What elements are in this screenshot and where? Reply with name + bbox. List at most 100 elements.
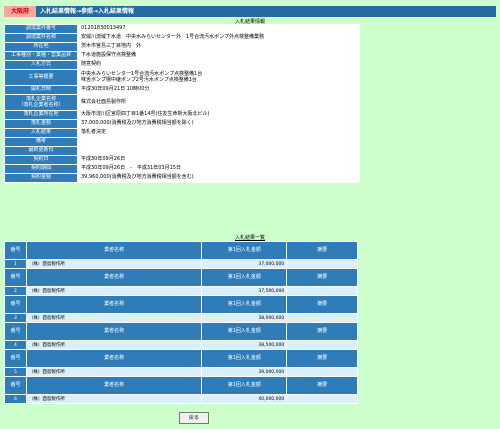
detail-value: 平成30年09月21日 10時00分: [78, 86, 359, 94]
result-amount: 38,500,000: [202, 341, 287, 349]
detail-value: 下水道施設保守点検整備: [78, 52, 359, 60]
detail-label: 入札結果: [5, 129, 77, 137]
results-header-remarks: 摘要: [287, 242, 357, 259]
detail-value: 安威川流域下水道 中央水みらいセンター外 1号合流汚水ポンプ外点検整備業務: [78, 34, 359, 42]
results-header-amount: 第1回入札金額: [202, 377, 287, 394]
result-num: 5: [5, 368, 26, 376]
detail-label: 調達案件番号: [5, 25, 77, 33]
detail-row: 工事等概要 中央水みらいセンター1号合流汚水ポンプ点検整備1台 味舌ポンプ場中継ポ…: [5, 70, 359, 85]
results-row: 2 （株）酉島製作所 37,500,000: [5, 287, 357, 295]
results-row: 5 （株）酉島製作所 39,000,000: [5, 368, 357, 376]
detail-row: 落札企業名称 （落札企業者名称） 株式会社酉島製作所: [5, 95, 359, 110]
detail-value: 茨木市宮島三丁目地内 外: [78, 43, 359, 51]
detail-label: 契約金額: [5, 174, 77, 182]
results-header-row: 番号 業者名称 第1回入札金額 摘要: [5, 323, 357, 340]
result-name: （株）酉島製作所: [26, 314, 202, 322]
results-section-title: 入札結果一覧: [234, 235, 265, 241]
detail-label: 契約期間: [5, 165, 77, 173]
detail-label: 開札日時: [5, 86, 77, 94]
result-remarks: [287, 395, 357, 403]
detail-row: 工事種別・業種・営業品目 下水道施設保守点検整備: [5, 52, 359, 60]
detail-label: 調達案件名称: [5, 34, 77, 42]
results-header-amount: 第1回入札金額: [202, 350, 287, 367]
detail-label: 工事等概要: [5, 70, 77, 85]
result-amount: 39,000,000: [202, 368, 287, 376]
detail-label: 落札金額: [5, 120, 77, 128]
detail-label: 工事種別・業種・営業品目: [5, 52, 77, 60]
results-header-remarks: 摘要: [287, 377, 357, 394]
results-header-remarks: 摘要: [287, 350, 357, 367]
breadcrumb: 入札結果情報→参照→入札結果情報: [40, 8, 135, 15]
results-header-name: 業者名称: [26, 323, 202, 340]
detail-value: [78, 138, 359, 146]
detail-row: 調達案件名称 安威川流域下水道 中央水みらいセンター外 1号合流汚水ポンプ外点検整…: [5, 34, 359, 42]
results-row: 4 （株）酉島製作所 38,500,000: [5, 341, 357, 349]
results-header-row: 番号 業者名称 第1回入札金額 摘要: [5, 296, 357, 313]
detail-label: 最終更新日: [5, 147, 77, 155]
detail-label: 所在地: [5, 43, 77, 51]
detail-row: 開札日時 平成30年09月21日 10時00分: [5, 86, 359, 94]
results-header-num: 番号: [5, 269, 26, 286]
result-amount: 40,000,000: [202, 395, 287, 403]
results-header-num: 番号: [5, 296, 26, 313]
results-header-remarks: 摘要: [287, 296, 357, 313]
results-header-row: 番号 業者名称 第1回入札金額 摘要: [5, 377, 357, 394]
detail-row: 最終更新日: [5, 147, 359, 155]
detail-label: 落札企業名称 （落札企業者名称）: [5, 95, 77, 110]
results-header-num: 番号: [5, 377, 26, 394]
result-name: （株）酉島製作所: [26, 260, 202, 268]
detail-label: 契約日: [5, 156, 77, 164]
detail-row: 調達案件番号 01201830013497: [5, 25, 359, 33]
result-amount: 37,500,000: [202, 287, 287, 295]
detail-value: 中央水みらいセンター1号合流汚水ポンプ点検整備1台 味舌ポンプ場中継ポンプ2号汚…: [78, 70, 359, 85]
results-header-name: 業者名称: [26, 350, 202, 367]
result-amount: 38,000,000: [202, 314, 287, 322]
results-header-num: 番号: [5, 350, 26, 367]
results-header-name: 業者名称: [26, 242, 202, 259]
results-header-amount: 第1回入札金額: [202, 242, 287, 259]
result-remarks: [287, 341, 357, 349]
results-row: 1 （株）酉島製作所 37,000,000: [5, 260, 357, 268]
detail-value: 平成30年09月26日: [78, 156, 359, 164]
detail-row: 落札企業所在地 大阪市淀川区宮原四丁目1番14号(住友生命新大阪北ビル): [5, 111, 359, 119]
detail-row: 契約金額 39,960,000(消費税及び地方消費税相当額を含む): [5, 174, 359, 182]
results-header-row: 番号 業者名称 第1回入札金額 摘要: [5, 269, 357, 286]
result-num: 3: [5, 314, 26, 322]
page-header: 大阪府 入札結果情報→参照→入札結果情報: [4, 6, 496, 17]
detail-label: 備考: [5, 138, 77, 146]
results-header-num: 番号: [5, 242, 26, 259]
results-header-amount: 第1回入札金額: [202, 323, 287, 340]
result-remarks: [287, 287, 357, 295]
result-name: （株）酉島製作所: [26, 368, 202, 376]
result-num: 6: [5, 395, 26, 403]
detail-value: 株式会社酉島製作所: [78, 95, 359, 110]
detail-label: 落札企業所在地: [5, 111, 77, 119]
result-num: 4: [5, 341, 26, 349]
detail-row: 契約日 平成30年09月26日: [5, 156, 359, 164]
result-remarks: [287, 260, 357, 268]
detail-value: 平成30年09月26日 - 平成31年03月15日: [78, 165, 359, 173]
detail-row: 落札金額 37,000,000(消費税及び地方消費税相当額を除く): [5, 120, 359, 128]
result-amount: 37,000,000: [202, 260, 287, 268]
result-name: （株）酉島製作所: [26, 341, 202, 349]
back-button[interactable]: 戻る: [179, 412, 209, 424]
results-header-row: 番号 業者名称 第1回入札金額 摘要: [5, 242, 357, 259]
results-header-name: 業者名称: [26, 377, 202, 394]
result-remarks: [287, 368, 357, 376]
result-name: （株）酉島製作所: [26, 395, 202, 403]
detail-row: 入札結果 落札者決定: [5, 129, 359, 137]
results-header-remarks: 摘要: [287, 323, 357, 340]
detail-row: 入札方式 随意契約: [5, 61, 359, 69]
detail-value: 落札者決定: [78, 129, 359, 137]
detail-table: 調達案件番号 01201830013497 調達案件名称 安威川流域下水道 中央水みら…: [4, 24, 360, 183]
results-header-row: 番号 業者名称 第1回入札金額 摘要: [5, 350, 357, 367]
detail-value: 37,000,000(消費税及び地方消費税相当額を除く): [78, 120, 359, 128]
detail-row: 契約期間 平成30年09月26日 - 平成31年03月15日: [5, 165, 359, 173]
result-name: （株）酉島製作所: [26, 287, 202, 295]
results-header-num: 番号: [5, 323, 26, 340]
results-header-amount: 第1回入札金額: [202, 296, 287, 313]
result-remarks: [287, 314, 357, 322]
detail-value: 39,960,000(消費税及び地方消費税相当額を含む): [78, 174, 359, 182]
detail-value: [78, 147, 359, 155]
result-num: 2: [5, 287, 26, 295]
